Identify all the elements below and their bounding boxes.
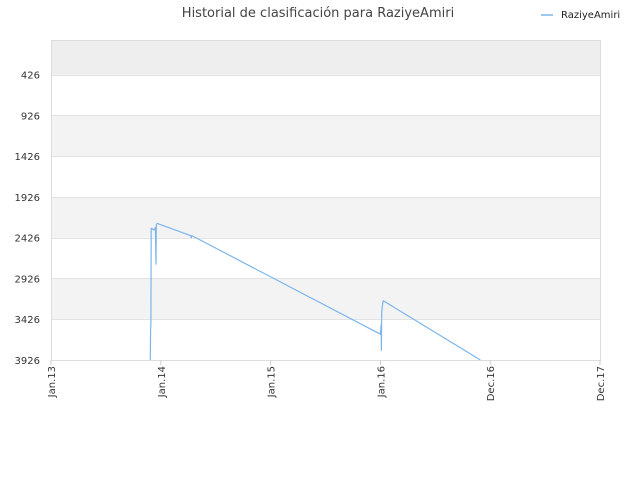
chart-title: Historial de clasificación para RaziyeAm… — [182, 6, 454, 21]
y-tick-label: 3926 — [15, 356, 40, 367]
x-tick-label: Jan.13 — [47, 366, 58, 398]
y-tick-label: 1426 — [15, 152, 40, 163]
plot-bands — [51, 40, 600, 320]
x-tick-label: Dec.17 — [596, 366, 607, 401]
plot-band — [51, 40, 600, 75]
legend-label: RaziyeAmiri — [561, 10, 620, 21]
x-axis: Jan.13 Jan.14 Jan.15 Jan.16 Dec.16 Dec.17 — [47, 360, 607, 401]
y-tick-label: 2426 — [15, 234, 40, 245]
y-tick-label: 1926 — [15, 193, 40, 204]
x-tick-label: Jan.14 — [157, 366, 168, 398]
y-tick-label: 2926 — [15, 274, 40, 285]
x-tick-label: Jan.16 — [376, 366, 387, 398]
y-tick-label: 3426 — [15, 315, 40, 326]
x-tick-label: Dec.16 — [486, 366, 497, 401]
y-tick-label: 426 — [21, 71, 40, 82]
plot-band — [51, 196, 600, 238]
chart: 426926142619262426292634263926 Jan.13 Jan… — [15, 6, 621, 401]
x-tick-label: Jan.15 — [267, 366, 278, 398]
y-tick-label: 926 — [21, 111, 40, 122]
plot-band — [51, 278, 600, 320]
plot-band — [51, 115, 600, 157]
legend[interactable]: RaziyeAmiri — [541, 10, 620, 21]
y-axis: 426 926 1426 1926 2426 2926 3426 3926 — [15, 71, 40, 367]
